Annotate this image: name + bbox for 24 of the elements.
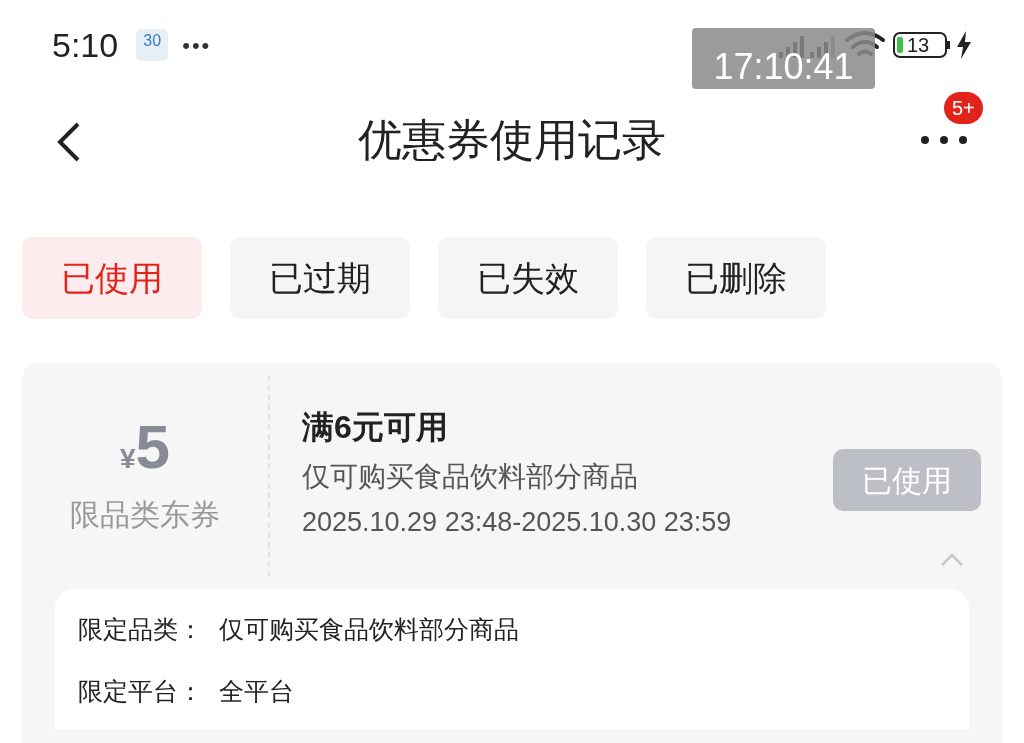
filter-tab[interactable]: 已删除 [646,237,826,319]
detail-value: 全平台 [219,676,294,707]
coupon-period: 2025.10.29 23:48-2025.10.30 23:59 [302,506,732,539]
coupon-scope: 仅可购买食品饮料部分商品 [302,460,638,494]
charging-icon [956,31,972,59]
coupon-title: 满6元可用 [302,408,448,447]
coupon-amount: 5 [135,415,171,478]
more-icon[interactable] [920,134,968,146]
more-notifications-icon: ••• [182,28,212,62]
detail-value: 仅可购买食品饮料部分商品 [219,614,519,645]
clock-time: 5:10 [52,24,119,66]
currency-symbol: ¥ [119,442,136,476]
calendar-icon: 30 [136,29,169,61]
battery-fill [897,37,903,53]
battery-level: 13 [907,35,930,55]
detail-label: 限定品类： [78,614,204,645]
filter-tab[interactable]: 已使用 [22,237,202,319]
time-overlay: 17:10:41 [692,28,875,89]
filter-tab[interactable]: 已过期 [230,237,410,319]
coupon-type: 限品类东券 [70,496,220,533]
page-title: 优惠券使用记录 [358,114,666,166]
filter-tab[interactable]: 已失效 [438,237,618,319]
detail-label: 限定平台： [78,676,204,707]
notification-badge: 5+ [944,92,983,124]
